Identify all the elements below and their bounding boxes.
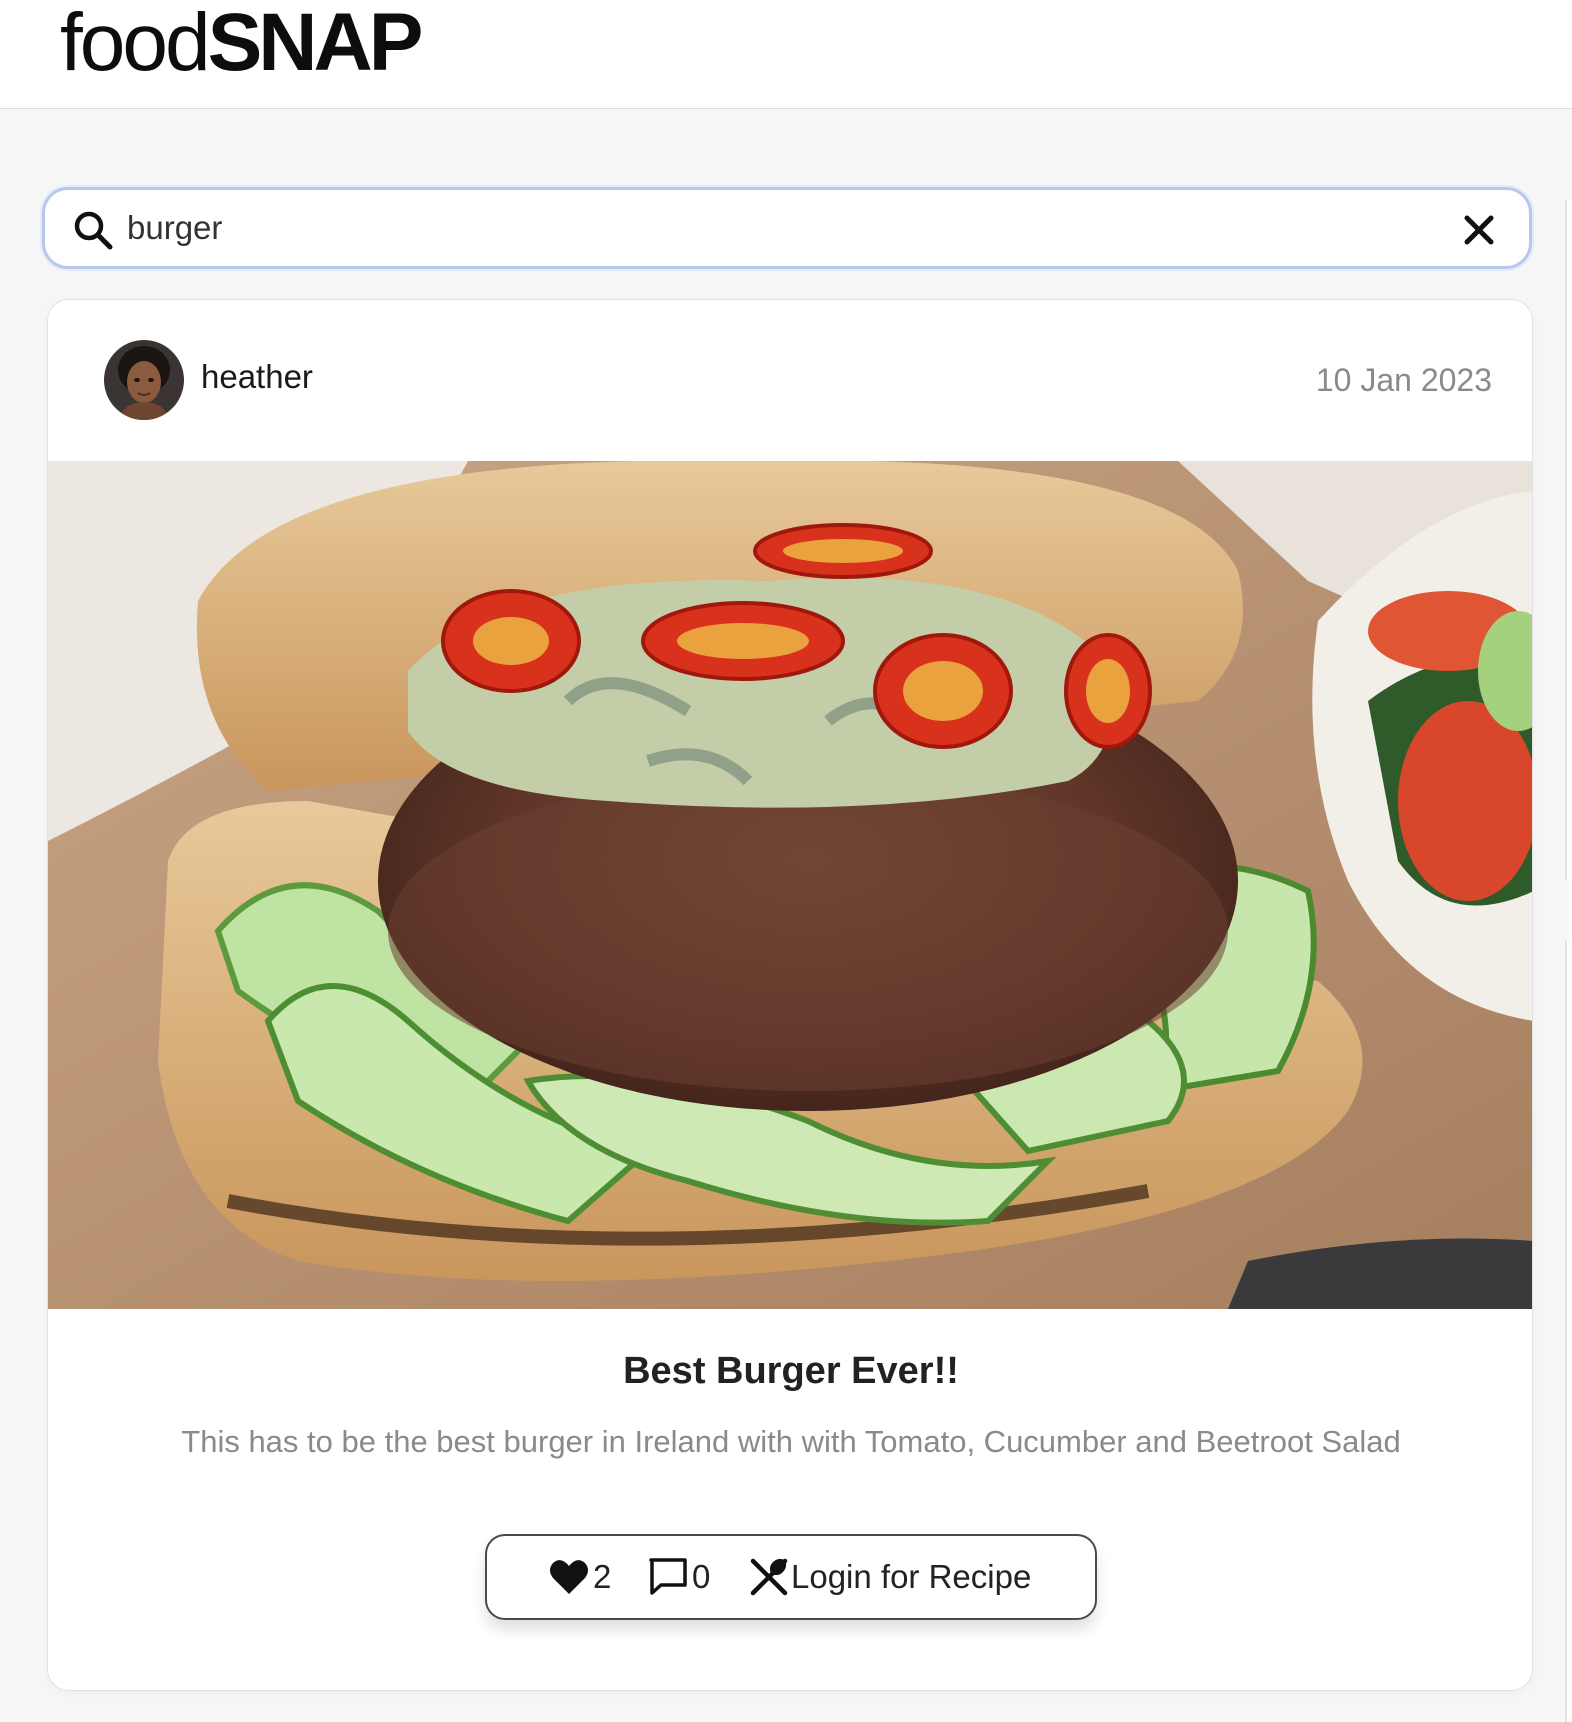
comment-count: 0 — [692, 1558, 711, 1595]
post-actions-bar: 2 0 Login for Recipe — [485, 1534, 1097, 1620]
comment-button[interactable]: 0 — [648, 1536, 710, 1618]
like-button[interactable]: 2 — [549, 1536, 611, 1618]
post-description: This has to be the best burger in Irelan… — [181, 1424, 1401, 1459]
avatar[interactable] — [104, 340, 184, 420]
logo-bold-text: SNAP — [207, 0, 424, 88]
post-title[interactable]: Best Burger Ever!! — [48, 1350, 1532, 1393]
recipe-label: Login for Recipe — [791, 1558, 1032, 1595]
app-logo[interactable]: foodSNAP — [60, 2, 423, 84]
search-icon — [74, 211, 113, 250]
close-icon[interactable] — [1459, 210, 1499, 250]
search-input[interactable] — [127, 204, 1427, 252]
login-for-recipe-button[interactable]: Login for Recipe — [749, 1536, 1031, 1618]
post-photo[interactable] — [48, 461, 1533, 1309]
like-count: 2 — [593, 1558, 612, 1595]
post-card: heather 10 Jan 2023 Best Burger Ever!! T… — [47, 299, 1533, 1691]
post-author[interactable]: heather — [201, 358, 313, 396]
comment-icon — [649, 1558, 687, 1595]
search-bar — [42, 187, 1532, 269]
utensils-icon — [750, 1558, 788, 1596]
top-bar: foodSNAP — [0, 0, 1572, 109]
next-card-edge — [1565, 200, 1572, 1722]
heart-icon — [550, 1560, 588, 1594]
logo-light-text: food — [60, 0, 211, 88]
post-date: 10 Jan 2023 — [1315, 362, 1492, 398]
